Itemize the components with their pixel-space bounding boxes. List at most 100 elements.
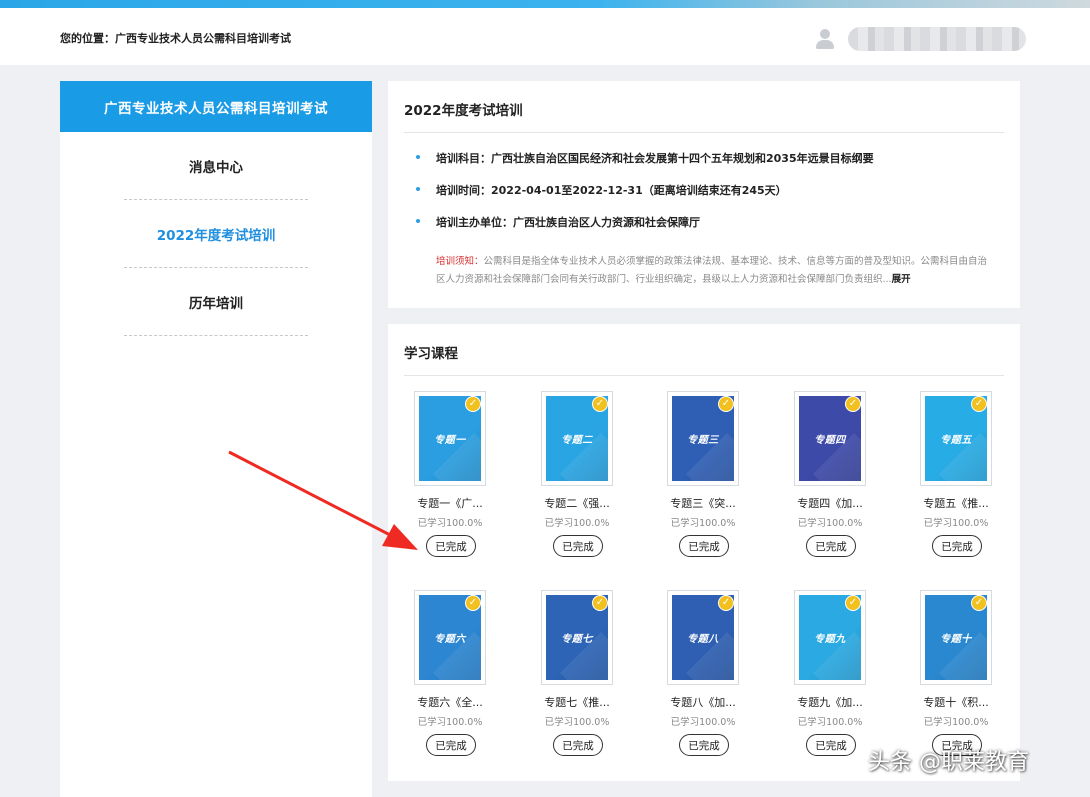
- course-cover[interactable]: 专题五 ✓: [920, 391, 992, 486]
- exam-time: 培训时间：2022-04-01至2022-12-31（距离培训结束还有245天）: [416, 182, 787, 198]
- completed-check-icon: ✓: [718, 595, 734, 611]
- header: 您的位置：广西专业技术人员公需科目培训考试: [0, 8, 1090, 65]
- course-completed-button[interactable]: 已完成: [932, 535, 982, 557]
- course-completed-button[interactable]: 已完成: [679, 734, 729, 756]
- course-card[interactable]: 专题九 ✓ 专题九《加... 已学习100.0% 已完成: [781, 590, 879, 768]
- course-name[interactable]: 专题七《推...: [528, 694, 626, 710]
- watermark-text: 头条 @职莱教育: [868, 750, 1029, 775]
- completed-check-icon: ✓: [718, 396, 734, 412]
- exam-subject-text: 培训科目：广西壮族自治区国民经济和社会发展第十四个五年规划和2035年远景目标纲…: [436, 152, 874, 165]
- course-cover[interactable]: 专题二 ✓: [541, 391, 613, 486]
- bullet-icon: [416, 187, 420, 191]
- course-name[interactable]: 专题六《全...: [401, 694, 499, 710]
- exam-title: 2022年度考试培训: [404, 103, 523, 119]
- user-avatar-icon[interactable]: [814, 28, 836, 50]
- course-cover[interactable]: 专题九 ✓: [794, 590, 866, 685]
- course-cover[interactable]: 专题六 ✓: [414, 590, 486, 685]
- completed-check-icon: ✓: [465, 595, 481, 611]
- exam-info-panel: 2022年度考试培训 培训科目：广西壮族自治区国民经济和社会发展第十四个五年规划…: [388, 81, 1020, 308]
- course-cover[interactable]: 专题三 ✓: [667, 391, 739, 486]
- exam-subject: 培训科目：广西壮族自治区国民经济和社会发展第十四个五年规划和2035年远景目标纲…: [416, 150, 874, 166]
- course-completed-button[interactable]: 已完成: [806, 535, 856, 557]
- course-progress: 已学习100.0%: [923, 518, 989, 529]
- completed-check-icon: ✓: [465, 396, 481, 412]
- course-card[interactable]: 专题八 ✓ 专题八《加... 已学习100.0% 已完成: [654, 590, 752, 768]
- breadcrumb-current[interactable]: 广西专业技术人员公需科目培训考试: [115, 32, 291, 45]
- exam-organizer-text: 培训主办单位：广西壮族自治区人力资源和社会保障厅: [436, 216, 700, 229]
- completed-check-icon: ✓: [971, 396, 987, 412]
- course-name[interactable]: 专题三《突...: [654, 495, 752, 511]
- course-progress: 已学习100.0%: [544, 717, 610, 728]
- course-cover-label: 专题二: [561, 435, 593, 446]
- course-card[interactable]: 专题三 ✓ 专题三《突... 已学习100.0% 已完成: [654, 391, 752, 569]
- course-cover-label: 专题三: [687, 435, 719, 446]
- course-card[interactable]: 专题五 ✓ 专题五《推... 已学习100.0% 已完成: [907, 391, 1005, 569]
- course-progress: 已学习100.0%: [417, 518, 483, 529]
- course-card[interactable]: 专题十 ✓ 专题十《积... 已学习100.0% 已完成: [907, 590, 1005, 768]
- course-cover[interactable]: 专题七 ✓: [541, 590, 613, 685]
- sidebar-item-2022-training[interactable]: 2022年度考试培训: [124, 200, 308, 268]
- course-cover-label: 专题五: [940, 435, 972, 446]
- sidebar-item-message-center[interactable]: 消息中心: [124, 132, 308, 200]
- course-completed-button[interactable]: 已完成: [426, 535, 476, 557]
- exam-time-text: 培训时间：2022-04-01至2022-12-31（距离培训结束还有245天）: [436, 184, 787, 197]
- completed-check-icon: ✓: [971, 595, 987, 611]
- course-progress: 已学习100.0%: [797, 518, 863, 529]
- bullet-icon: [416, 155, 420, 159]
- divider: [404, 375, 1004, 376]
- course-progress: 已学习100.0%: [797, 717, 863, 728]
- top-banner-strip: [0, 0, 1090, 8]
- divider: [404, 132, 1004, 133]
- course-progress: 已学习100.0%: [923, 717, 989, 728]
- training-notice: 培训须知：公需科目是指全体专业技术人员必须掌握的政策法律法规、基本理论、技术、信…: [436, 253, 991, 289]
- breadcrumb-label: 您的位置：: [60, 32, 115, 45]
- course-card[interactable]: 专题六 ✓ 专题六《全... 已学习100.0% 已完成: [401, 590, 499, 768]
- breadcrumb: 您的位置：广西专业技术人员公需科目培训考试: [60, 30, 291, 46]
- sidebar: 广西专业技术人员公需科目培训考试 消息中心 2022年度考试培训 历年培训: [60, 81, 372, 797]
- course-completed-button[interactable]: 已完成: [426, 734, 476, 756]
- course-cover[interactable]: 专题一 ✓: [414, 391, 486, 486]
- course-card[interactable]: 专题二 ✓ 专题二《强... 已学习100.0% 已完成: [528, 391, 626, 569]
- course-progress: 已学习100.0%: [670, 518, 736, 529]
- course-cover-label: 专题六: [434, 634, 466, 645]
- course-name[interactable]: 专题四《加...: [781, 495, 879, 511]
- course-name[interactable]: 专题九《加...: [781, 694, 879, 710]
- course-card[interactable]: 专题四 ✓ 专题四《加... 已学习100.0% 已完成: [781, 391, 879, 569]
- course-name[interactable]: 专题一《广...: [401, 495, 499, 511]
- bullet-icon: [416, 219, 420, 223]
- course-cover-label: 专题七: [561, 634, 593, 645]
- course-cover-label: 专题四: [814, 435, 846, 446]
- notice-label: 培训须知：: [436, 256, 484, 267]
- course-cover-label: 专题一: [434, 435, 466, 446]
- course-card[interactable]: 专题一 ✓ 专题一《广... 已学习100.0% 已完成: [401, 391, 499, 569]
- course-completed-button[interactable]: 已完成: [553, 734, 603, 756]
- courses-title: 学习课程: [404, 346, 458, 362]
- course-card[interactable]: 专题七 ✓ 专题七《推... 已学习100.0% 已完成: [528, 590, 626, 768]
- course-cover[interactable]: 专题八 ✓: [667, 590, 739, 685]
- sidebar-item-past-training[interactable]: 历年培训: [124, 268, 308, 336]
- completed-check-icon: ✓: [592, 595, 608, 611]
- course-name[interactable]: 专题八《加...: [654, 694, 752, 710]
- course-completed-button[interactable]: 已完成: [553, 535, 603, 557]
- completed-check-icon: ✓: [845, 396, 861, 412]
- course-name[interactable]: 专题五《推...: [907, 495, 1005, 511]
- user-name-blurred: [848, 27, 1026, 51]
- course-progress: 已学习100.0%: [417, 717, 483, 728]
- course-name[interactable]: 专题十《积...: [907, 694, 1005, 710]
- course-cover[interactable]: 专题四 ✓: [794, 391, 866, 486]
- course-cover[interactable]: 专题十 ✓: [920, 590, 992, 685]
- course-cover-label: 专题九: [814, 634, 846, 645]
- completed-check-icon: ✓: [845, 595, 861, 611]
- course-progress: 已学习100.0%: [670, 717, 736, 728]
- course-cover-label: 专题十: [940, 634, 972, 645]
- courses-panel: 学习课程 专题一 ✓ 专题一《广... 已学习100.0% 已完成 专题二 ✓ 专题二《强..…: [388, 324, 1020, 781]
- user-info[interactable]: [814, 25, 1026, 53]
- course-progress: 已学习100.0%: [544, 518, 610, 529]
- completed-check-icon: ✓: [592, 396, 608, 412]
- course-completed-button[interactable]: 已完成: [679, 535, 729, 557]
- course-name[interactable]: 专题二《强...: [528, 495, 626, 511]
- notice-expand-link[interactable]: 展开: [892, 274, 911, 285]
- sidebar-title: 广西专业技术人员公需科目培训考试: [60, 81, 372, 132]
- exam-organizer: 培训主办单位：广西壮族自治区人力资源和社会保障厅: [416, 214, 700, 230]
- course-completed-button[interactable]: 已完成: [806, 734, 856, 756]
